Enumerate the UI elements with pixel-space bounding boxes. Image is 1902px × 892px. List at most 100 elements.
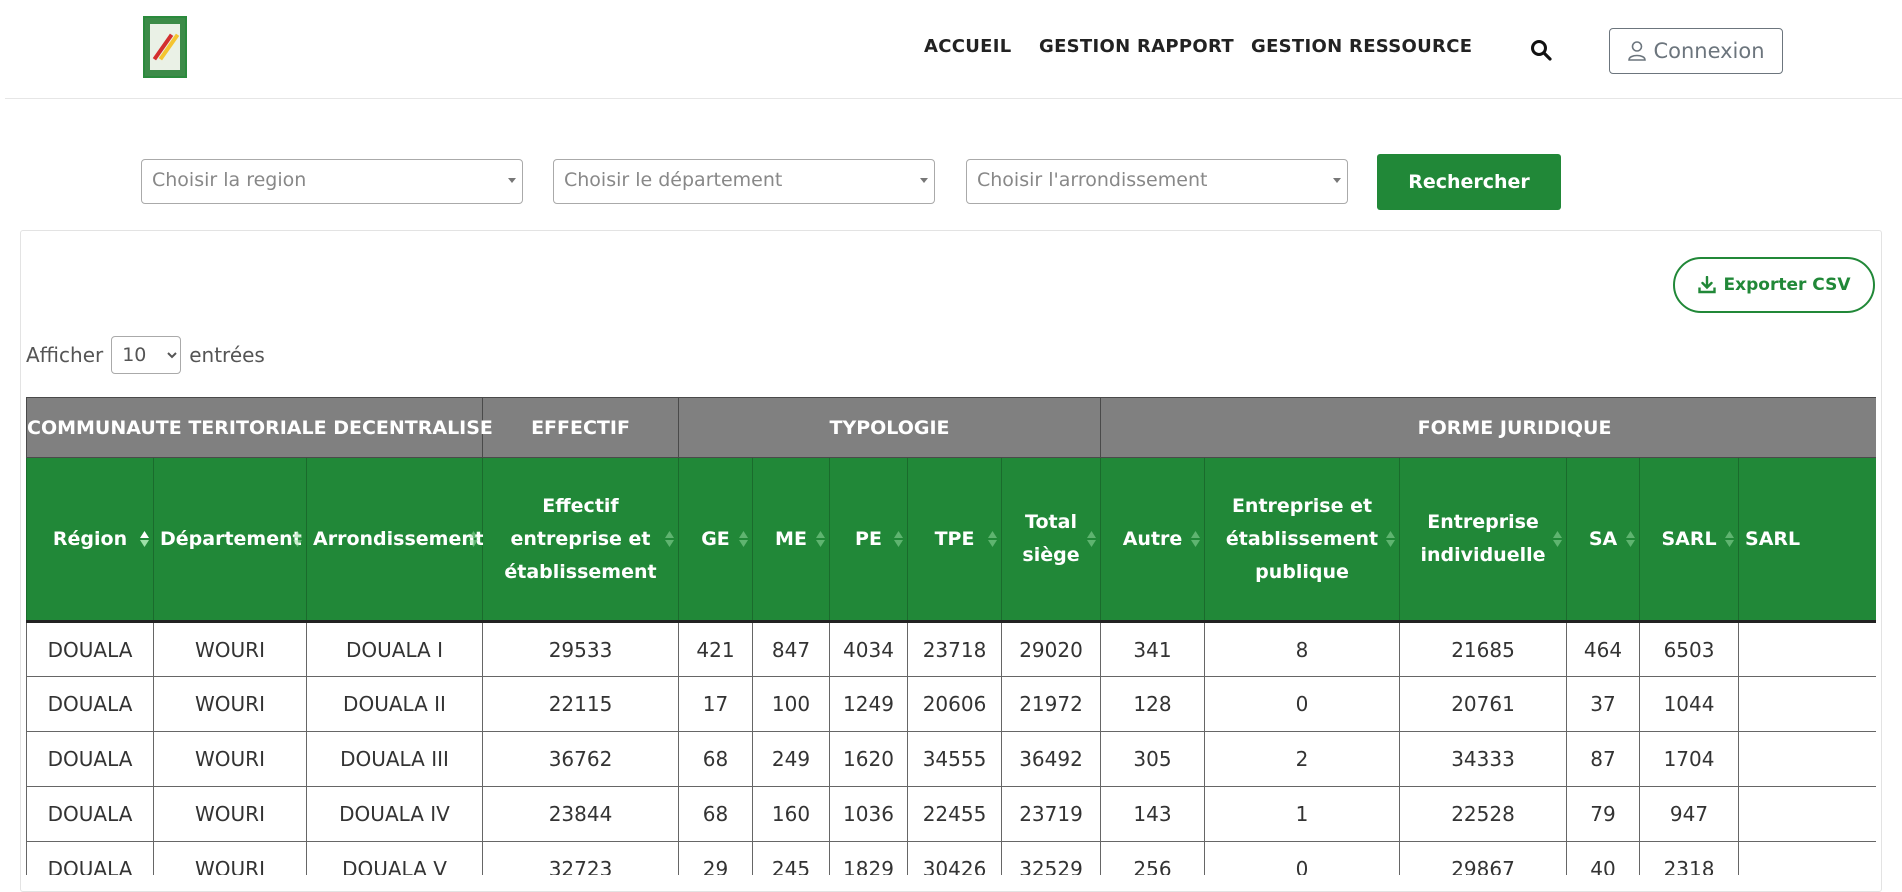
search-button[interactable]: Rechercher	[1377, 154, 1561, 210]
table-cell-me: 100	[752, 676, 830, 732]
table-cell-sarl	[1738, 841, 1876, 875]
arrondissement-select[interactable]: Choisir l'arrondissement	[966, 159, 1348, 204]
column-header-autre-9[interactable]: Autre	[1100, 457, 1206, 623]
table-cell-arrondissement: DOUALA IV	[306, 786, 483, 842]
table-cell-sarl: 1704	[1639, 731, 1740, 787]
column-header-label: Entreprise et établissement publique	[1225, 494, 1379, 583]
column-header-label: Effectif entreprise et établissement	[504, 494, 657, 583]
table-cell-entreprise-et-etablissement-publique: 8	[1204, 621, 1401, 677]
table-cell-entreprise-individuelle: 34333	[1399, 731, 1568, 787]
table-cell-effectif-entreprise-et-etablissement: 23844	[482, 786, 679, 842]
data-table: COMMUNAUTE TERITORIALE DECENTRALISE EFFE…	[26, 397, 1876, 875]
column-header-region-0[interactable]: Région	[26, 457, 154, 623]
sort-icon	[1725, 531, 1735, 547]
table-row: DOUALA WOURI DOUALA IV 23844 68 160 1036 22455 2…	[26, 786, 1876, 842]
sort-icon	[988, 531, 997, 547]
entries-suffix: entrées	[189, 343, 265, 367]
table-cell-me: 160	[752, 786, 830, 842]
column-header-label: SARL	[1661, 527, 1717, 550]
table-row: DOUALA WOURI DOUALA V 32723 29 245 1829 30426 32…	[26, 841, 1876, 875]
column-header-arrondissement-2[interactable]: Arrondissement	[306, 457, 484, 623]
search-icon[interactable]	[1529, 38, 1553, 62]
chevron-down-icon	[508, 178, 516, 183]
sort-icon	[816, 531, 825, 547]
top-navbar: ACCUEIL GESTION RAPPORT GESTION RESSOURC…	[5, 0, 1902, 99]
table-cell-autre: 341	[1100, 621, 1206, 677]
nav-gestion-rapport[interactable]: GESTION RAPPORT	[1039, 36, 1234, 57]
departement-select[interactable]: Choisir le département	[553, 159, 935, 204]
download-icon	[1697, 276, 1716, 294]
table-cell-entreprise-et-etablissement-publique: 0	[1204, 841, 1401, 875]
table-cell-pe: 1620	[829, 731, 908, 787]
table-cell-tpe: 34555	[907, 731, 1002, 787]
table-cell-region: DOUALA	[26, 841, 154, 875]
region-select[interactable]: Choisir la region	[141, 159, 523, 204]
sort-icon	[1386, 531, 1396, 547]
group-header-forme-juridique: FORME JURIDIQUE	[1100, 397, 1876, 458]
entries-prefix: Afficher	[26, 343, 104, 367]
sort-icon	[894, 531, 903, 547]
column-header-sa-12[interactable]: SA	[1566, 457, 1641, 623]
table-cell-departement: WOURI	[153, 786, 307, 842]
table-cell-arrondissement: DOUALA V	[306, 841, 483, 875]
nav-accueil[interactable]: ACCUEIL	[924, 36, 1012, 57]
departement-placeholder: Choisir le département	[564, 169, 783, 191]
table-cell-effectif-entreprise-et-etablissement: 36762	[482, 731, 679, 787]
column-header-departement-1[interactable]: Département	[153, 457, 307, 623]
nav-gestion-ressource[interactable]: GESTION RESSOURCE	[1251, 36, 1472, 57]
column-header-ge-4[interactable]: GE	[678, 457, 753, 623]
entries-length-control: Afficher 10 entrées	[26, 336, 265, 374]
table-cell-arrondissement: DOUALA II	[306, 676, 483, 732]
table-row: DOUALA WOURI DOUALA III 36762 68 249 1620 34555…	[26, 731, 1876, 787]
table-scroll-container[interactable]: COMMUNAUTE TERITORIALE DECENTRALISE EFFE…	[26, 397, 1876, 875]
table-cell-region: DOUALA	[26, 786, 154, 842]
column-header-pe-6[interactable]: PE	[829, 457, 908, 623]
table-cell-pe: 4034	[829, 621, 908, 677]
column-header-label: TPE	[934, 527, 975, 550]
table-cell-tpe: 23718	[907, 621, 1002, 677]
sort-icon	[1553, 531, 1563, 547]
column-header-label: ME	[775, 527, 807, 550]
table-cell-entreprise-individuelle: 21685	[1399, 621, 1568, 677]
table-cell-effectif-entreprise-et-etablissement: 32723	[482, 841, 679, 875]
table-cell-entreprise-individuelle: 22528	[1399, 786, 1568, 842]
table-cell-sarl	[1738, 621, 1876, 677]
column-header-entreprise-individuelle-11[interactable]: Entreprise individuelle	[1399, 457, 1568, 623]
column-header-entreprise-et-etablissement-publique-10[interactable]: Entreprise et établissement publique	[1204, 457, 1401, 623]
arrondissement-placeholder: Choisir l'arrondissement	[977, 169, 1208, 191]
table-cell-region: DOUALA	[26, 731, 154, 787]
column-header-sarl-14[interactable]: SARL	[1738, 457, 1876, 623]
table-cell-ge: 68	[678, 731, 753, 787]
table-cell-tpe: 20606	[907, 676, 1002, 732]
table-cell-sa: 79	[1566, 786, 1641, 842]
table-cell-tpe: 22455	[907, 786, 1002, 842]
column-header-me-5[interactable]: ME	[752, 457, 830, 623]
table-cell-me: 249	[752, 731, 830, 787]
table-cell-total-siege: 36492	[1000, 731, 1102, 787]
table-cell-effectif-entreprise-et-etablissement: 22115	[482, 676, 679, 732]
table-cell-departement: WOURI	[153, 676, 307, 732]
table-cell-sarl	[1738, 731, 1876, 787]
sort-icon	[293, 531, 302, 547]
column-header-label: PE	[855, 527, 882, 550]
table-cell-sarl	[1738, 676, 1876, 732]
export-csv-button[interactable]: Exporter CSV	[1673, 257, 1875, 313]
table-cell-region: DOUALA	[26, 676, 154, 732]
brand-logo[interactable]	[143, 16, 187, 78]
entries-select[interactable]: 10	[111, 336, 182, 374]
column-header-sarl-13[interactable]: SARL	[1639, 457, 1740, 623]
table-cell-total-siege: 32529	[1000, 841, 1102, 875]
region-placeholder: Choisir la region	[152, 169, 307, 191]
sort-icon	[1626, 531, 1636, 547]
table-cell-autre: 128	[1100, 676, 1206, 732]
column-header-tpe-7[interactable]: TPE	[907, 457, 1002, 623]
login-button[interactable]: Connexion	[1609, 28, 1783, 74]
column-header-effectif-entreprise-et-etablissement-3[interactable]: Effectif entreprise et établissement	[482, 457, 679, 623]
sort-icon	[665, 531, 674, 547]
table-cell-sa: 87	[1566, 731, 1641, 787]
table-cell-sa: 464	[1566, 621, 1641, 677]
table-cell-sa: 37	[1566, 676, 1641, 732]
table-cell-arrondissement: DOUALA III	[306, 731, 483, 787]
table-cell-sarl	[1738, 786, 1876, 842]
column-header-total-siege-8[interactable]: Total siège	[1000, 457, 1102, 623]
